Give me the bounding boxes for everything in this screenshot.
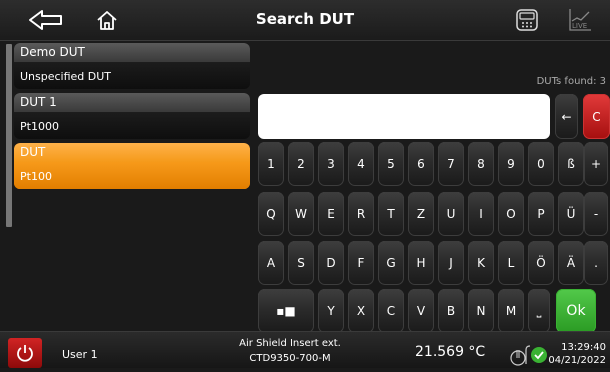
key-button[interactable]: S <box>288 241 314 285</box>
home-icon <box>97 11 117 30</box>
key-button[interactable]: 0 <box>528 142 554 186</box>
dut-name: DUT 1 <box>14 93 250 112</box>
live-chart-icon: LIVE <box>569 9 591 31</box>
key-button[interactable]: H <box>408 241 434 285</box>
key-button[interactable]: R <box>348 192 374 236</box>
key-button[interactable]: 9 <box>498 142 524 186</box>
key-button[interactable]: J <box>438 241 464 285</box>
space-key[interactable]: ⎵ <box>528 289 550 333</box>
key-button[interactable]: 3 <box>318 142 344 186</box>
key-button[interactable]: K <box>468 241 494 285</box>
key-button[interactable]: 4 <box>348 142 374 186</box>
back-arrow-icon <box>29 10 62 30</box>
key-button[interactable]: 8 <box>468 142 494 186</box>
key-button[interactable]: C <box>378 289 404 333</box>
key-button[interactable]: 7 <box>438 142 464 186</box>
key-button[interactable]: T <box>378 192 404 236</box>
key-button[interactable]: V <box>408 289 434 333</box>
power-icon <box>17 345 33 362</box>
header-bar: Search DUT LIVE <box>0 0 610 41</box>
user-label[interactable]: User 1 <box>62 348 98 361</box>
key-button[interactable]: F <box>348 241 374 285</box>
list-scrollbar[interactable] <box>6 44 12 227</box>
key-button[interactable]: W <box>288 192 314 236</box>
search-input[interactable] <box>258 94 550 139</box>
key-button[interactable]: D <box>318 241 344 285</box>
back-button[interactable] <box>28 6 64 34</box>
key-button[interactable]: G <box>378 241 404 285</box>
probe-model: CTD9350-700-M <box>249 353 331 364</box>
power-button[interactable] <box>8 338 42 368</box>
key-button[interactable]: 2 <box>288 142 314 186</box>
key-button[interactable]: I <box>468 192 494 236</box>
key-button[interactable]: 6 <box>408 142 434 186</box>
key-button[interactable]: B <box>438 289 464 333</box>
key-button[interactable]: Z <box>408 192 434 236</box>
key-button[interactable]: A <box>258 241 284 285</box>
key-button[interactable]: . <box>584 241 608 285</box>
dut-name: DUT <box>14 143 250 162</box>
live-button[interactable]: LIVE <box>566 6 594 34</box>
clear-button[interactable]: C <box>583 94 610 139</box>
probe-name: Air Shield Insert ext. <box>239 338 341 349</box>
dut-item[interactable]: Demo DUT Unspecified DUT <box>14 43 250 89</box>
dut-sensor: Unspecified DUT <box>14 62 250 89</box>
calculator-icon <box>516 9 538 31</box>
footer-bar: User 1 Air Shield Insert ext. CTD9350-70… <box>0 331 610 368</box>
key-button[interactable]: Q <box>258 192 284 236</box>
clock: 13:29:40 04/21/2022 <box>548 341 606 367</box>
dut-item[interactable]: DUT 1 Pt1000 <box>14 93 250 139</box>
app: Search DUT LIVE Demo DUT Unspecified DUT… <box>0 0 610 368</box>
page-title: Search DUT <box>255 10 355 28</box>
key-button[interactable]: Ö <box>528 241 554 285</box>
ok-button[interactable]: Ok <box>556 289 596 333</box>
key-button[interactable]: U <box>438 192 464 236</box>
calculator-button[interactable] <box>514 6 540 34</box>
key-button[interactable]: Ü <box>558 192 584 236</box>
key-button[interactable]: E <box>318 192 344 236</box>
key-button[interactable]: O <box>498 192 524 236</box>
device-status[interactable] <box>508 342 552 368</box>
key-button[interactable]: 1 <box>258 142 284 186</box>
probe-info[interactable]: Air Shield Insert ext. CTD9350-700-M <box>210 336 370 366</box>
dut-sensor: Pt100 <box>14 162 250 189</box>
key-button[interactable]: - <box>584 192 608 236</box>
key-button[interactable]: Y <box>318 289 344 333</box>
key-button[interactable]: + <box>584 142 608 186</box>
thermometer-status-icon <box>510 345 547 366</box>
key-button[interactable]: M <box>498 289 524 333</box>
dut-item-selected[interactable]: DUT Pt100 <box>14 143 250 189</box>
key-button[interactable]: N <box>468 289 494 333</box>
dut-name: Demo DUT <box>14 43 250 62</box>
key-button[interactable]: Ä <box>558 241 584 285</box>
time-value: 13:29:40 <box>561 342 606 353</box>
key-button[interactable]: ß <box>558 142 584 186</box>
shift-key[interactable]: ▪■ <box>258 289 314 333</box>
key-button[interactable]: X <box>348 289 374 333</box>
key-button[interactable]: L <box>498 241 524 285</box>
temperature-readout: 21.569 °C <box>415 344 486 360</box>
key-button[interactable]: P <box>528 192 554 236</box>
home-button[interactable] <box>92 6 122 34</box>
key-button[interactable]: 5 <box>378 142 404 186</box>
dut-list: Demo DUT Unspecified DUT DUT 1 Pt1000 DU… <box>14 43 250 193</box>
live-label: LIVE <box>572 22 587 30</box>
date-value: 04/21/2022 <box>548 355 606 366</box>
backspace-button[interactable]: ← <box>555 94 578 139</box>
dut-sensor: Pt1000 <box>14 112 250 139</box>
results-count: DUTs found: 3 <box>536 76 606 87</box>
